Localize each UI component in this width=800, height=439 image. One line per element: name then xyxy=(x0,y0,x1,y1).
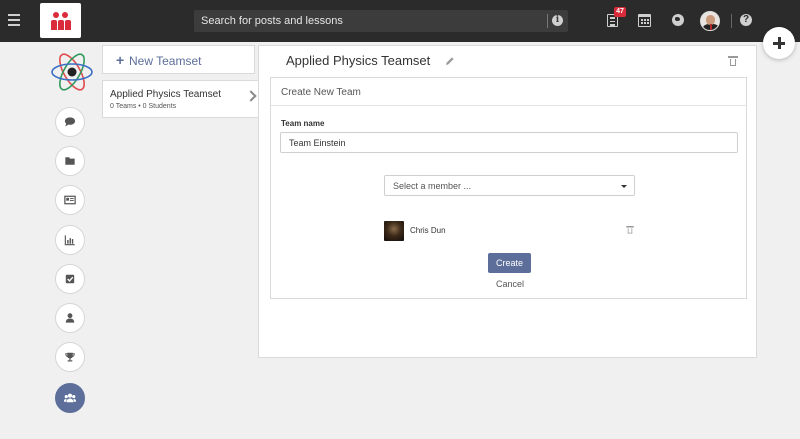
bar-chart-icon xyxy=(64,235,75,246)
teamset-name: Applied Physics Teamset xyxy=(110,89,221,100)
member-select[interactable]: Select a member ... xyxy=(384,175,635,196)
trophy-icon xyxy=(65,352,75,362)
calendar-icon[interactable] xyxy=(638,14,651,27)
sidebar-item-files[interactable] xyxy=(55,146,85,176)
team-name-label: Team name xyxy=(281,119,325,128)
sidebar-item-teams[interactable] xyxy=(55,383,85,413)
atom-logo xyxy=(51,53,93,91)
menu-icon[interactable] xyxy=(8,14,20,26)
sidebar-item-achievements[interactable] xyxy=(55,342,85,372)
sidebar-item-members[interactable] xyxy=(55,303,85,333)
help-icon[interactable]: ? xyxy=(740,14,752,26)
cancel-link[interactable]: Cancel xyxy=(496,279,524,289)
user-icon xyxy=(65,313,75,323)
remove-member-trash-icon[interactable] xyxy=(626,226,634,234)
topbar-divider xyxy=(731,14,732,28)
add-button[interactable] xyxy=(763,27,795,59)
card-header: Create New Team xyxy=(271,78,746,106)
pencil-icon[interactable] xyxy=(445,56,455,66)
comment-icon xyxy=(64,117,76,127)
new-teamset-label: New Teamset xyxy=(129,54,202,68)
new-teamset-button[interactable]: + New Teamset xyxy=(102,45,255,74)
member-avatar xyxy=(384,221,404,241)
member-name: Chris Dun xyxy=(410,226,446,235)
page-title: Applied Physics Teamset xyxy=(286,53,431,68)
sidebar-item-assignments[interactable] xyxy=(55,264,85,294)
create-team-card: Create New Team Team name Select a membe… xyxy=(270,77,747,299)
teamset-panel: Applied Physics Teamset Create New Team … xyxy=(258,45,757,358)
search-bar: i xyxy=(194,10,568,32)
info-icon[interactable]: i xyxy=(552,15,563,26)
id-card-icon xyxy=(64,195,76,205)
trash-icon[interactable] xyxy=(728,56,738,66)
users-icon xyxy=(63,393,77,403)
top-bar: i 47 ? xyxy=(0,0,800,42)
member-select-placeholder: Select a member ... xyxy=(393,181,472,191)
sidebar-item-analytics[interactable] xyxy=(55,225,85,255)
caret-down-icon xyxy=(621,185,627,188)
create-button[interactable]: Create xyxy=(488,253,531,273)
team-name-field[interactable] xyxy=(280,132,738,153)
sidebar-item-discussions[interactable] xyxy=(55,107,85,137)
logo[interactable] xyxy=(40,3,81,38)
teamset-list-item[interactable]: Applied Physics Teamset 0 Teams • 0 Stud… xyxy=(102,80,260,118)
notification-badge: 47 xyxy=(614,7,626,17)
search-input[interactable] xyxy=(194,10,544,32)
search-divider xyxy=(547,14,548,28)
teamset-meta: 0 Teams • 0 Students xyxy=(110,103,177,110)
sidebar-item-profile-card[interactable] xyxy=(55,185,85,215)
globe-icon[interactable] xyxy=(672,14,684,26)
plus-icon: + xyxy=(116,52,125,68)
avatar[interactable] xyxy=(700,11,720,31)
folder-icon xyxy=(65,157,75,165)
card-title: Create New Team xyxy=(281,87,361,98)
checkbox-icon xyxy=(65,274,75,284)
